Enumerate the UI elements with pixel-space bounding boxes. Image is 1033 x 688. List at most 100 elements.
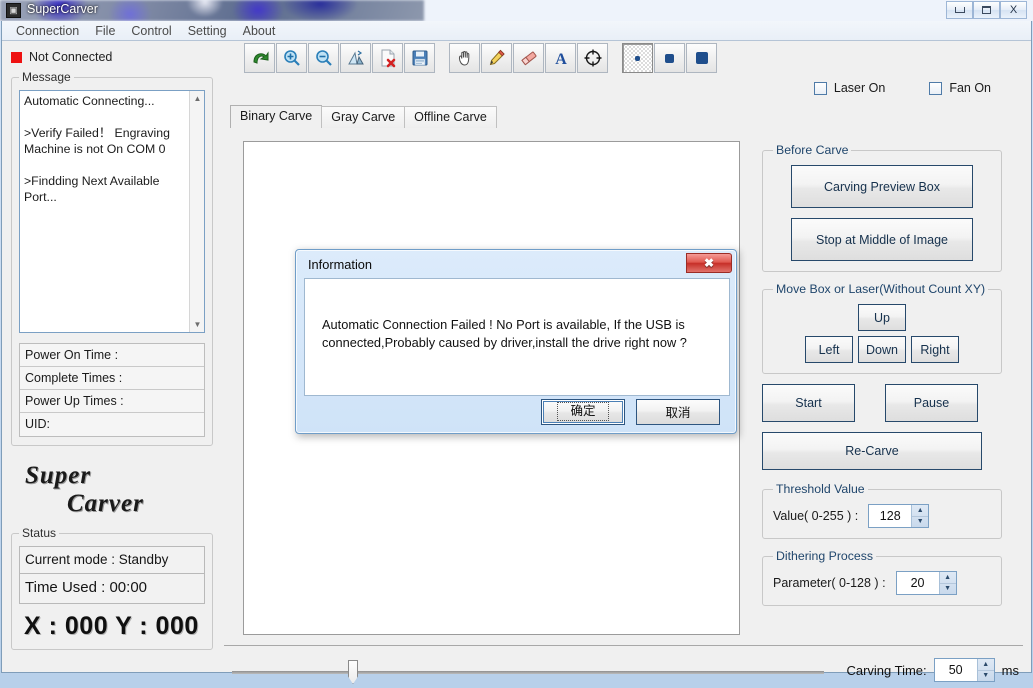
threshold-group: Threshold Value Value( 0-255 ) : ▲ ▼ (762, 482, 1002, 539)
brush-small-icon (635, 55, 640, 61)
carving-speed-slider-thumb[interactable] (348, 660, 358, 684)
toolbar-group-brush (622, 43, 718, 73)
text-tool-button[interactable]: A (545, 43, 576, 73)
carving-time-input[interactable] (934, 659, 977, 681)
threshold-label: Value( 0-255 ) : (773, 509, 859, 523)
zoom-in-button[interactable] (276, 43, 307, 73)
menu-item-about[interactable]: About (235, 22, 284, 40)
move-left-button[interactable]: Left (805, 336, 853, 363)
menu-item-connection[interactable]: Connection (8, 22, 87, 40)
open-file-button[interactable] (244, 43, 275, 73)
menu-item-control[interactable]: Control (123, 22, 179, 40)
dithering-row: Parameter( 0-128 ) : ▲ ▼ (773, 571, 991, 595)
dialog-cancel-button[interactable]: 取消 (636, 398, 720, 425)
zoom-out-icon (315, 50, 332, 66)
spinner-down-icon[interactable]: ▼ (940, 584, 956, 595)
message-log-text: Automatic Connecting... >Verify Failed！ … (24, 94, 170, 204)
move-up-button[interactable]: Up (858, 304, 906, 331)
dithering-group: Dithering Process Parameter( 0-128 ) : ▲… (762, 549, 1002, 606)
threshold-row: Value( 0-255 ) : ▲ ▼ (773, 504, 991, 528)
carving-time-spinner-arrows[interactable]: ▲ ▼ (976, 659, 994, 682)
dithering-input[interactable] (896, 572, 939, 594)
minimize-button[interactable] (946, 1, 973, 19)
connection-status: Not Connected (11, 48, 213, 66)
dpad-row-up: Up (858, 304, 906, 331)
toolbar-group-file (244, 43, 436, 73)
zoom-out-button[interactable] (308, 43, 339, 73)
tab-gray-carve[interactable]: Gray Carve (321, 106, 406, 128)
brush-large-button[interactable] (686, 43, 717, 73)
message-group-legend: Message (22, 70, 71, 84)
threshold-spinner-arrows[interactable]: ▲ ▼ (911, 505, 929, 528)
dpad-row-bottom: Left Down Right (805, 336, 959, 363)
save-button[interactable] (404, 43, 435, 73)
menu-item-setting[interactable]: Setting (180, 22, 235, 40)
close-button[interactable]: X (1000, 1, 1027, 19)
time-used-field: Time Used : 00:00 (19, 574, 205, 604)
fan-on-checkbox[interactable]: Fan On (929, 81, 991, 95)
spinner-up-icon[interactable]: ▲ (939, 572, 956, 584)
spinner-down-icon[interactable]: ▼ (912, 517, 928, 528)
dithering-label: Parameter( 0-128 ) : (773, 576, 886, 590)
move-down-button[interactable]: Down (858, 336, 906, 363)
spinner-up-icon[interactable]: ▲ (977, 659, 994, 671)
message-log[interactable]: Automatic Connecting... >Verify Failed！ … (19, 90, 205, 333)
carving-speed-slider-track[interactable] (232, 671, 824, 674)
delete-file-button[interactable] (372, 43, 403, 73)
menu-item-file[interactable]: File (87, 22, 123, 40)
dialog-close-button[interactable]: ✖ (686, 253, 732, 273)
message-scrollbar[interactable]: ▲ ▼ (189, 91, 204, 332)
before-carve-group: Before Carve Carving Preview Box Stop at… (762, 143, 1002, 272)
pencil-button[interactable] (481, 43, 512, 73)
pan-hand-button[interactable] (449, 43, 480, 73)
delete-file-icon (381, 49, 395, 68)
start-button[interactable]: Start (762, 384, 855, 422)
dialog-ok-label: 确定 (557, 402, 609, 421)
tab-offline-carve[interactable]: Offline Carve (404, 106, 497, 128)
maximize-button[interactable] (973, 1, 1000, 19)
power-on-time-row: Power On Time : (20, 344, 204, 367)
spinner-up-icon[interactable]: ▲ (912, 505, 929, 517)
scroll-up-icon[interactable]: ▲ (190, 91, 204, 106)
toolbar: A (244, 43, 718, 73)
tab-binary-carve[interactable]: Binary Carve (230, 105, 323, 128)
xy-coordinates: X : 000 Y : 000 (24, 612, 199, 640)
bottom-bar: Carving Time: ▲ ▼ ms (224, 645, 1023, 688)
pause-button[interactable]: Pause (885, 384, 978, 422)
complete-times-row: Complete Times : (20, 367, 204, 390)
close-icon: ✖ (703, 256, 715, 270)
carving-preview-box-button[interactable]: Carving Preview Box (791, 165, 973, 208)
target-button[interactable] (577, 43, 608, 73)
dialog-ok-button[interactable]: 确定 (541, 398, 625, 425)
message-group: Message Automatic Connecting... >Verify … (11, 70, 213, 446)
carving-time-spinner[interactable]: ▲ ▼ (933, 658, 995, 682)
eraser-button[interactable] (513, 43, 544, 73)
save-icon (412, 50, 427, 66)
recarve-button[interactable]: Re-Carve (762, 432, 982, 470)
uid-row: UID: (20, 413, 204, 436)
brush-small-button[interactable] (622, 43, 653, 73)
threshold-spinner[interactable]: ▲ ▼ (868, 504, 930, 528)
target-icon (584, 49, 601, 67)
move-right-button[interactable]: Right (911, 336, 959, 363)
flip-image-button[interactable] (340, 43, 371, 73)
laser-on-checkbox[interactable]: Laser On (813, 81, 886, 95)
toolbar-group-tools: A (449, 43, 609, 73)
threshold-input[interactable] (869, 505, 912, 527)
status-group: Status Current mode : Standby Time Used … (11, 526, 213, 650)
brand-logo: Super Carver (11, 462, 213, 526)
brush-medium-button[interactable] (654, 43, 685, 73)
dialog-body: Automatic Connection Failed ! No Port is… (304, 278, 730, 396)
spinner-down-icon[interactable]: ▼ (978, 671, 994, 682)
start-pause-row: Start Pause (762, 384, 1002, 422)
dithering-spinner[interactable]: ▲ ▼ (895, 571, 957, 595)
close-icon: X (1009, 4, 1018, 16)
application-window: ▣ SuperCarver X Connection File Control … (0, 0, 1033, 688)
stop-at-middle-button[interactable]: Stop at Middle of Image (791, 218, 973, 261)
move-box-legend: Move Box or Laser(Without Count XY) (776, 282, 986, 296)
window-controls: X (946, 1, 1027, 19)
scroll-down-icon[interactable]: ▼ (190, 317, 204, 332)
left-panel: Not Connected Message Automatic Connecti… (11, 48, 213, 650)
dithering-spinner-arrows[interactable]: ▲ ▼ (938, 572, 956, 595)
laser-on-label: Laser On (833, 81, 886, 95)
